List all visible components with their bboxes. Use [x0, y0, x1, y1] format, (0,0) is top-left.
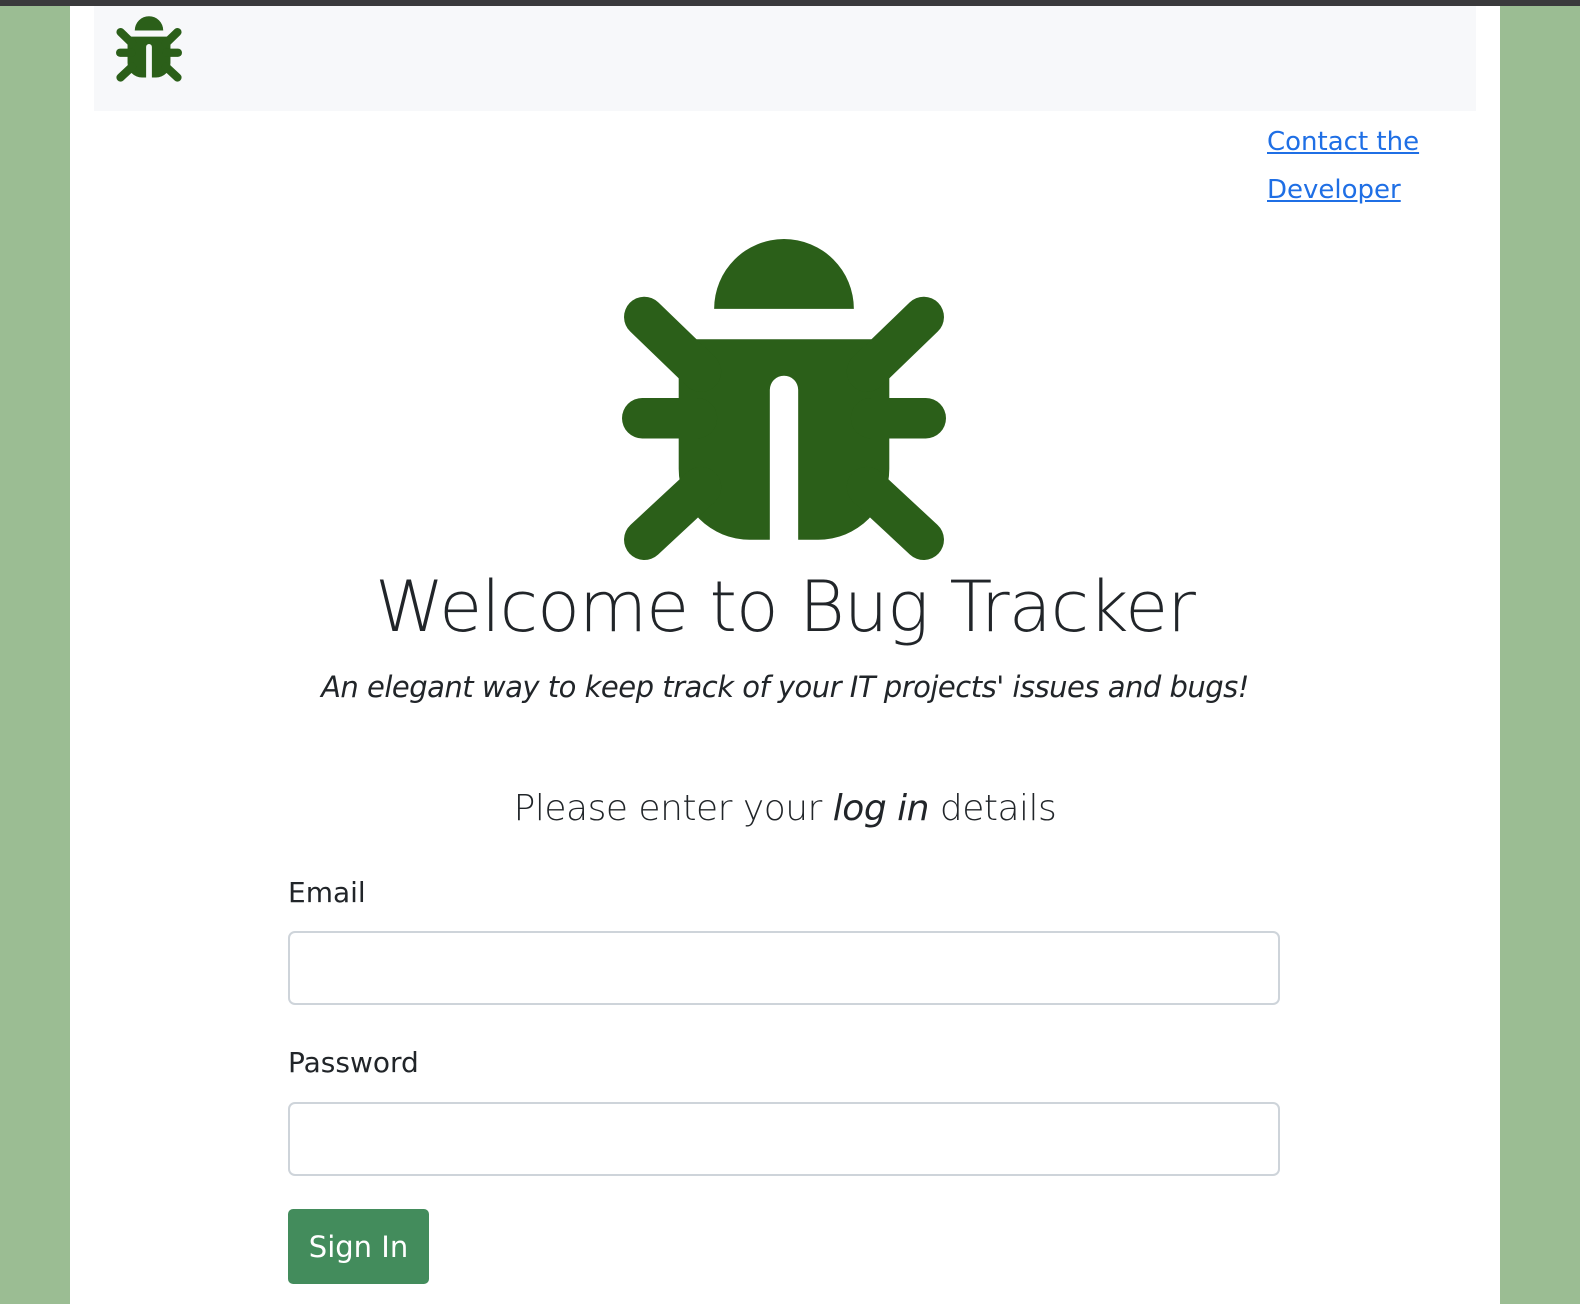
page-background — [0, 6, 70, 1304]
login-heading-text: Please enter your — [513, 788, 833, 829]
login-heading: Please enter your log in details — [70, 788, 1500, 829]
email-field[interactable] — [288, 931, 1280, 1005]
sign-in-button[interactable]: Sign In — [288, 1209, 429, 1284]
navbar — [94, 6, 1476, 111]
email-label: Email — [288, 876, 366, 909]
bug-icon[interactable] — [116, 16, 182, 82]
contact-developer-link[interactable]: Contact the Developer — [1267, 118, 1427, 214]
password-field[interactable] — [288, 1102, 1280, 1176]
login-heading-text-end: details — [928, 788, 1057, 829]
bug-icon — [622, 239, 946, 560]
password-label: Password — [288, 1046, 419, 1079]
page-subtitle: An elegant way to keep track of your IT … — [321, 670, 1249, 704]
login-heading-emphasis: log in — [832, 788, 930, 829]
page-container: Contact the Developer Welcome to Bug Tra… — [70, 6, 1500, 1304]
page-title: Welcome to Bug Tracker — [375, 566, 1196, 648]
